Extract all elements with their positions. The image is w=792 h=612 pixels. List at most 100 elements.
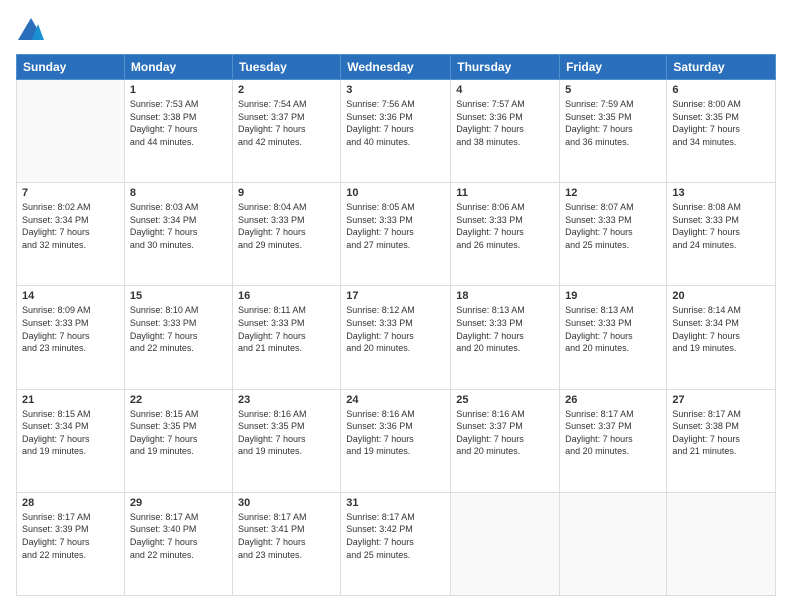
day-number: 1 <box>130 84 227 96</box>
calendar-cell: 28 Sunrise: 8:17 AM Sunset: 3:39 PM Dayli… <box>17 492 125 595</box>
cell-text: Sunrise: 8:17 AM Sunset: 3:37 PM Dayligh… <box>565 408 661 458</box>
calendar-cell: 13Sunrise: 8:08 AM Sunset: 3:33 PM Dayli… <box>667 183 776 286</box>
logo-icon <box>16 16 46 46</box>
day-number: 6 <box>672 84 770 96</box>
day-number: 30 <box>238 497 335 509</box>
page: SundayMondayTuesdayWednesdayThursdayFrid… <box>0 0 792 612</box>
day-number: 22 <box>130 394 227 406</box>
day-number: 5 <box>565 84 661 96</box>
cell-text: Sunrise: 8:03 AM Sunset: 3:34 PM Dayligh… <box>130 201 227 251</box>
cell-text: Sunrise: 8:12 AM Sunset: 3:33 PM Dayligh… <box>346 304 445 354</box>
calendar-cell: 30 Sunrise: 8:17 AM Sunset: 3:41 PM Dayli… <box>232 492 340 595</box>
calendar-cell: 18 Sunrise: 8:13 AM Sunset: 3:33 PM Dayli… <box>451 286 560 389</box>
calendar-cell: 22Sunrise: 8:15 AM Sunset: 3:35 PM Dayli… <box>124 389 232 492</box>
header-cell-tuesday: Tuesday <box>232 55 340 80</box>
calendar-cell: 29 Sunrise: 8:17 AM Sunset: 3:40 PM Dayli… <box>124 492 232 595</box>
cell-text: Sunrise: 8:08 AM Sunset: 3:33 PM Dayligh… <box>672 201 770 251</box>
day-number: 15 <box>130 290 227 302</box>
calendar-header: SundayMondayTuesdayWednesdayThursdayFrid… <box>17 55 776 80</box>
week-row-1: 7 Sunrise: 8:02 AM Sunset: 3:34 PM Daylig… <box>17 183 776 286</box>
day-number: 2 <box>238 84 335 96</box>
calendar-cell: 16 Sunrise: 8:11 AM Sunset: 3:33 PM Dayli… <box>232 286 340 389</box>
cell-text: Sunrise: 8:16 AM Sunset: 3:36 PM Dayligh… <box>346 408 445 458</box>
header-cell-wednesday: Wednesday <box>341 55 451 80</box>
cell-text: Sunrise: 8:15 AM Sunset: 3:34 PM Dayligh… <box>22 408 119 458</box>
day-number: 11 <box>456 187 554 199</box>
header <box>16 16 776 46</box>
header-row: SundayMondayTuesdayWednesdayThursdayFrid… <box>17 55 776 80</box>
calendar-cell: 21Sunrise: 8:15 AM Sunset: 3:34 PM Dayli… <box>17 389 125 492</box>
calendar-cell: 2 Sunrise: 7:54 AM Sunset: 3:37 PM Daylig… <box>232 80 340 183</box>
calendar-cell <box>17 80 125 183</box>
cell-text: Sunrise: 8:17 AM Sunset: 3:40 PM Dayligh… <box>130 511 227 561</box>
cell-text: Sunrise: 8:14 AM Sunset: 3:34 PM Dayligh… <box>672 304 770 354</box>
calendar-cell: 7 Sunrise: 8:02 AM Sunset: 3:34 PM Daylig… <box>17 183 125 286</box>
cell-text: Sunrise: 8:17 AM Sunset: 3:39 PM Dayligh… <box>22 511 119 561</box>
header-cell-friday: Friday <box>560 55 667 80</box>
calendar-cell: 31 Sunrise: 8:17 AM Sunset: 3:42 PM Dayli… <box>341 492 451 595</box>
calendar-cell <box>667 492 776 595</box>
calendar-body: 1 Sunrise: 7:53 AM Sunset: 3:38 PM Daylig… <box>17 80 776 596</box>
day-number: 20 <box>672 290 770 302</box>
day-number: 7 <box>22 187 119 199</box>
cell-text: Sunrise: 7:59 AM Sunset: 3:35 PM Dayligh… <box>565 98 661 148</box>
header-cell-thursday: Thursday <box>451 55 560 80</box>
calendar-cell: 23 Sunrise: 8:16 AM Sunset: 3:35 PM Dayli… <box>232 389 340 492</box>
day-number: 18 <box>456 290 554 302</box>
cell-text: Sunrise: 8:13 AM Sunset: 3:33 PM Dayligh… <box>565 304 661 354</box>
day-number: 14 <box>22 290 119 302</box>
day-number: 28 <box>22 497 119 509</box>
day-number: 17 <box>346 290 445 302</box>
day-number: 23 <box>238 394 335 406</box>
day-number: 12 <box>565 187 661 199</box>
week-row-2: 14Sunrise: 8:09 AM Sunset: 3:33 PM Dayli… <box>17 286 776 389</box>
header-cell-sunday: Sunday <box>17 55 125 80</box>
week-row-4: 28 Sunrise: 8:17 AM Sunset: 3:39 PM Dayli… <box>17 492 776 595</box>
week-row-0: 1 Sunrise: 7:53 AM Sunset: 3:38 PM Daylig… <box>17 80 776 183</box>
calendar-cell: 25 Sunrise: 8:16 AM Sunset: 3:37 PM Dayli… <box>451 389 560 492</box>
cell-text: Sunrise: 8:02 AM Sunset: 3:34 PM Dayligh… <box>22 201 119 251</box>
calendar-cell <box>451 492 560 595</box>
calendar-table: SundayMondayTuesdayWednesdayThursdayFrid… <box>16 54 776 596</box>
cell-text: Sunrise: 8:04 AM Sunset: 3:33 PM Dayligh… <box>238 201 335 251</box>
cell-text: Sunrise: 8:16 AM Sunset: 3:37 PM Dayligh… <box>456 408 554 458</box>
cell-text: Sunrise: 8:17 AM Sunset: 3:42 PM Dayligh… <box>346 511 445 561</box>
cell-text: Sunrise: 8:13 AM Sunset: 3:33 PM Dayligh… <box>456 304 554 354</box>
calendar-cell: 11 Sunrise: 8:06 AM Sunset: 3:33 PM Dayli… <box>451 183 560 286</box>
day-number: 24 <box>346 394 445 406</box>
day-number: 31 <box>346 497 445 509</box>
cell-text: Sunrise: 8:17 AM Sunset: 3:41 PM Dayligh… <box>238 511 335 561</box>
cell-text: Sunrise: 7:57 AM Sunset: 3:36 PM Dayligh… <box>456 98 554 148</box>
calendar-cell: 12 Sunrise: 8:07 AM Sunset: 3:33 PM Dayli… <box>560 183 667 286</box>
cell-text: Sunrise: 8:06 AM Sunset: 3:33 PM Dayligh… <box>456 201 554 251</box>
day-number: 10 <box>346 187 445 199</box>
cell-text: Sunrise: 8:11 AM Sunset: 3:33 PM Dayligh… <box>238 304 335 354</box>
day-number: 8 <box>130 187 227 199</box>
day-number: 25 <box>456 394 554 406</box>
cell-text: Sunrise: 8:00 AM Sunset: 3:35 PM Dayligh… <box>672 98 770 148</box>
calendar-cell: 5 Sunrise: 7:59 AM Sunset: 3:35 PM Daylig… <box>560 80 667 183</box>
cell-text: Sunrise: 8:07 AM Sunset: 3:33 PM Dayligh… <box>565 201 661 251</box>
cell-text: Sunrise: 7:56 AM Sunset: 3:36 PM Dayligh… <box>346 98 445 148</box>
header-cell-monday: Monday <box>124 55 232 80</box>
day-number: 19 <box>565 290 661 302</box>
calendar-cell: 3 Sunrise: 7:56 AM Sunset: 3:36 PM Daylig… <box>341 80 451 183</box>
calendar-cell: 26 Sunrise: 8:17 AM Sunset: 3:37 PM Dayli… <box>560 389 667 492</box>
cell-text: Sunrise: 7:53 AM Sunset: 3:38 PM Dayligh… <box>130 98 227 148</box>
calendar-cell: 15 Sunrise: 8:10 AM Sunset: 3:33 PM Dayli… <box>124 286 232 389</box>
day-number: 4 <box>456 84 554 96</box>
cell-text: Sunrise: 8:16 AM Sunset: 3:35 PM Dayligh… <box>238 408 335 458</box>
header-cell-saturday: Saturday <box>667 55 776 80</box>
calendar-cell: 14Sunrise: 8:09 AM Sunset: 3:33 PM Dayli… <box>17 286 125 389</box>
day-number: 9 <box>238 187 335 199</box>
cell-text: Sunrise: 7:54 AM Sunset: 3:37 PM Dayligh… <box>238 98 335 148</box>
day-number: 29 <box>130 497 227 509</box>
day-number: 16 <box>238 290 335 302</box>
calendar-cell: 17 Sunrise: 8:12 AM Sunset: 3:33 PM Dayli… <box>341 286 451 389</box>
calendar-cell: 27Sunrise: 8:17 AM Sunset: 3:38 PM Dayli… <box>667 389 776 492</box>
calendar-cell: 9 Sunrise: 8:04 AM Sunset: 3:33 PM Daylig… <box>232 183 340 286</box>
cell-text: Sunrise: 8:10 AM Sunset: 3:33 PM Dayligh… <box>130 304 227 354</box>
day-number: 26 <box>565 394 661 406</box>
day-number: 3 <box>346 84 445 96</box>
calendar-cell <box>560 492 667 595</box>
